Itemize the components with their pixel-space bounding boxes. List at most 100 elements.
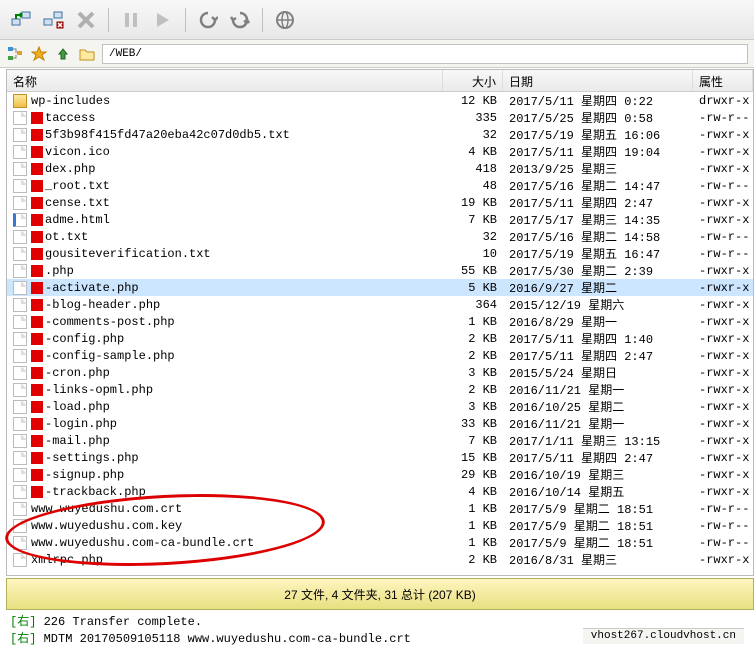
file-attr: -rw-r-- [693, 519, 753, 533]
file-row[interactable]: -cron.php3 KB2015/5/24 星期日-rwxr-x [7, 364, 753, 381]
file-row[interactable]: wp-includes12 KB2017/5/11 星期四 0:22drwxr-… [7, 92, 753, 109]
file-row[interactable]: -signup.php29 KB2016/10/19 星期三-rwxr-x [7, 466, 753, 483]
file-row[interactable]: 5f3b98f415fd47a20eba42c07d0db5.txt322017… [7, 126, 753, 143]
reconnect-icon[interactable] [194, 6, 222, 34]
redacted-block [31, 367, 43, 379]
up-arrow-icon[interactable] [54, 45, 72, 63]
col-size[interactable]: 大小 [443, 70, 503, 91]
file-date: 2017/5/9 星期二 18:51 [503, 534, 693, 551]
redacted-block [31, 350, 43, 362]
redacted-block [31, 180, 43, 192]
file-size: 5 KB [443, 281, 503, 295]
file-row[interactable]: ot.txt322017/5/16 星期二 14:58-rw-r-- [7, 228, 753, 245]
file-icon [13, 451, 27, 465]
file-name: wp-includes [31, 94, 110, 108]
file-row[interactable]: _root.txt482017/5/16 星期二 14:47-rw-r-- [7, 177, 753, 194]
file-date: 2017/5/25 星期四 0:58 [503, 109, 693, 126]
file-row[interactable]: .php55 KB2017/5/30 星期二 2:39-rwxr-x [7, 262, 753, 279]
file-size: 4 KB [443, 485, 503, 499]
file-row[interactable]: -load.php3 KB2016/10/25 星期二-rwxr-x [7, 398, 753, 415]
file-icon [13, 230, 27, 244]
file-list[interactable]: wp-includes12 KB2017/5/11 星期四 0:22drwxr-… [7, 92, 753, 575]
file-date: 2017/5/17 星期三 14:35 [503, 211, 693, 228]
file-size: 15 KB [443, 451, 503, 465]
redacted-block [31, 248, 43, 260]
file-date: 2017/5/11 星期四 1:40 [503, 330, 693, 347]
file-date: 2016/9/27 星期二 [503, 279, 693, 296]
file-date: 2017/5/11 星期四 2:47 [503, 449, 693, 466]
file-name: taccess [45, 111, 95, 125]
file-row[interactable]: -mail.php7 KB2017/1/11 星期三 13:15-rwxr-x [7, 432, 753, 449]
file-row[interactable]: -login.php33 KB2016/11/21 星期一-rwxr-x [7, 415, 753, 432]
col-date[interactable]: 日期 [503, 70, 693, 91]
file-row[interactable]: vicon.ico4 KB2017/5/11 星期四 19:04-rwxr-x [7, 143, 753, 160]
redacted-block [31, 299, 43, 311]
file-name: xmlrpc.php [31, 553, 103, 567]
redacted-block [31, 418, 43, 430]
file-name: -config-sample.php [45, 349, 175, 363]
play-icon[interactable] [149, 6, 177, 34]
file-name: www.wuyedushu.com.crt [31, 502, 182, 516]
file-attr: -rwxr-x [693, 485, 753, 499]
col-name[interactable]: 名称 [7, 70, 443, 91]
file-row[interactable]: -links-opml.php2 KB2016/11/21 星期一-rwxr-x [7, 381, 753, 398]
file-icon [13, 128, 27, 142]
col-attr[interactable]: 属性 [693, 70, 753, 91]
file-name: -activate.php [45, 281, 139, 295]
file-row[interactable]: taccess3352017/5/25 星期四 0:58-rw-r-- [7, 109, 753, 126]
file-size: 55 KB [443, 264, 503, 278]
file-row[interactable]: -config.php2 KB2017/5/11 星期四 1:40-rwxr-x [7, 330, 753, 347]
file-name: _root.txt [45, 179, 110, 193]
file-row[interactable]: www.wuyedushu.com-ca-bundle.crt1 KB2017/… [7, 534, 753, 551]
file-icon [13, 468, 27, 482]
file-size: 10 [443, 247, 503, 261]
disconnect-icon[interactable] [40, 6, 68, 34]
favorite-icon[interactable] [30, 45, 48, 63]
file-row[interactable]: adme.html7 KB2017/5/17 星期三 14:35-rwxr-x [7, 211, 753, 228]
file-icon [13, 553, 27, 567]
file-row[interactable]: gousiteverification.txt102017/5/19 星期五 1… [7, 245, 753, 262]
file-name: -links-opml.php [45, 383, 153, 397]
file-row[interactable]: www.wuyedushu.com.crt1 KB2017/5/9 星期二 18… [7, 500, 753, 517]
status-text: 27 文件, 4 文件夹, 31 总计 (207 KB) [284, 586, 475, 603]
file-row[interactable]: -settings.php15 KB2017/5/11 星期四 2:47-rwx… [7, 449, 753, 466]
file-icon [13, 247, 27, 261]
file-row[interactable]: -activate.php5 KB2016/9/27 星期二-rwxr-x [7, 279, 753, 296]
file-icon [13, 536, 27, 550]
file-row[interactable]: xmlrpc.php2 KB2016/8/31 星期三-rwxr-x [7, 551, 753, 568]
globe-icon[interactable] [271, 6, 299, 34]
abort-icon[interactable] [72, 6, 100, 34]
redacted-block [31, 129, 43, 141]
file-date: 2017/5/11 星期四 0:22 [503, 92, 693, 109]
file-row[interactable]: -config-sample.php2 KB2017/5/11 星期四 2:47… [7, 347, 753, 364]
file-row[interactable]: cense.txt19 KB2017/5/11 星期四 2:47-rwxr-x [7, 194, 753, 211]
tree-icon[interactable] [6, 45, 24, 63]
file-size: 7 KB [443, 213, 503, 227]
file-row[interactable]: -blog-header.php3642015/12/19 星期六-rwxr-x [7, 296, 753, 313]
file-size: 2 KB [443, 553, 503, 567]
refresh-icon[interactable] [226, 6, 254, 34]
file-size: 1 KB [443, 536, 503, 550]
file-icon [13, 111, 27, 125]
file-row[interactable]: -comments-post.php1 KB2016/8/29 星期一-rwxr… [7, 313, 753, 330]
file-icon [13, 502, 27, 516]
path-input[interactable] [102, 44, 748, 64]
main-toolbar [0, 0, 754, 40]
file-attr: -rwxr-x [693, 400, 753, 414]
file-name: ot.txt [45, 230, 88, 244]
file-attr: -rwxr-x [693, 553, 753, 567]
pause-icon[interactable] [117, 6, 145, 34]
file-icon [13, 281, 27, 295]
connect-icon[interactable] [8, 6, 36, 34]
file-attr: -rwxr-x [693, 196, 753, 210]
file-date: 2017/5/9 星期二 18:51 [503, 517, 693, 534]
file-icon [13, 485, 27, 499]
file-name: www.wuyedushu.com.key [31, 519, 182, 533]
file-name: -login.php [45, 417, 117, 431]
redacted-block [31, 163, 43, 175]
file-row[interactable]: www.wuyedushu.com.key1 KB2017/5/9 星期二 18… [7, 517, 753, 534]
file-row[interactable]: dex.php4182013/9/25 星期三-rwxr-x [7, 160, 753, 177]
redacted-block [31, 214, 43, 226]
toolbar-separator [262, 8, 263, 32]
file-row[interactable]: -trackback.php4 KB2016/10/14 星期五-rwxr-x [7, 483, 753, 500]
